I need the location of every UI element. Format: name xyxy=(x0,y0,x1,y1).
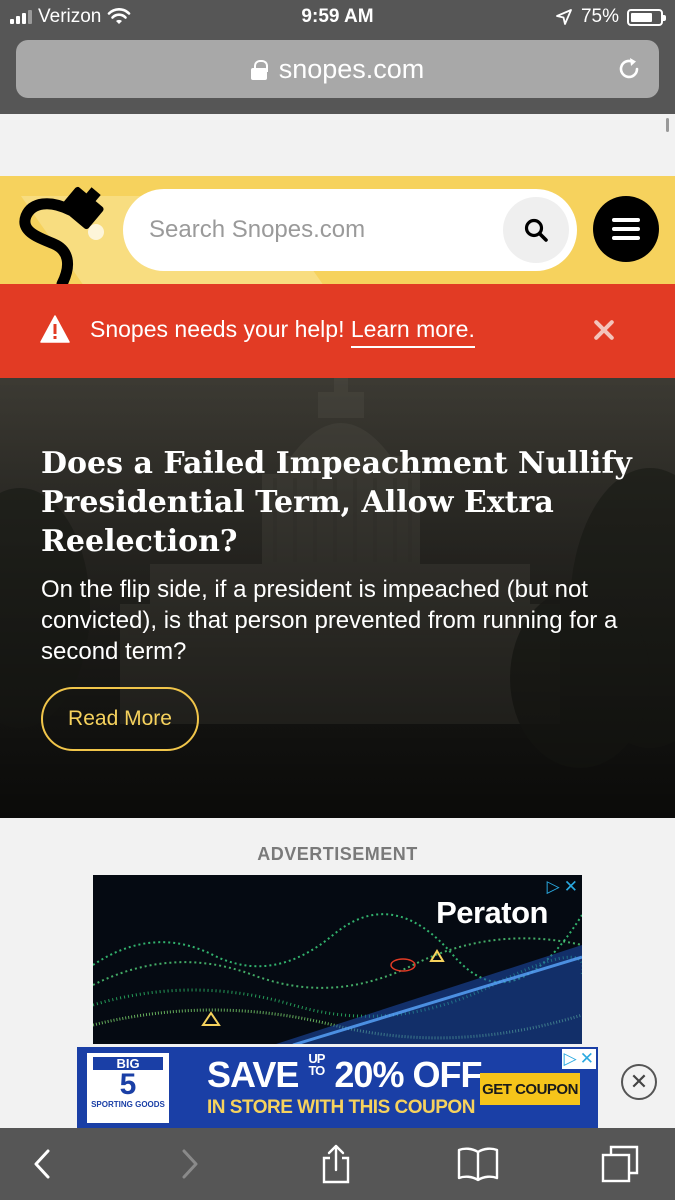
big5-ad[interactable]: BIG 5 SPORTING GOODS SAVE UP TO 20% OFF I… xyxy=(77,1047,598,1128)
reload-icon[interactable] xyxy=(615,55,643,83)
close-icon[interactable] xyxy=(592,318,616,342)
browser-url-area: snopes.com xyxy=(0,34,675,114)
forward-icon xyxy=(182,1149,198,1179)
advertisement-section: ADVERTISEMENT Peraton ▷ ✕ xyxy=(0,818,675,1045)
page-top-spacer xyxy=(0,114,675,176)
battery-icon xyxy=(627,8,666,26)
ad-headline: SAVE UP TO 20% OFF xyxy=(207,1051,482,1095)
forward-button[interactable] xyxy=(168,1142,212,1186)
search-button[interactable] xyxy=(503,197,569,263)
bookmarks-icon xyxy=(457,1147,499,1182)
warning-icon xyxy=(40,315,70,343)
article-summary: On the flip side, if a president is impe… xyxy=(41,576,618,665)
share-icon xyxy=(322,1144,350,1184)
snopes-logo-icon[interactable] xyxy=(10,180,120,284)
lock-icon xyxy=(250,60,268,80)
tabs-button[interactable] xyxy=(598,1142,642,1186)
share-button[interactable] xyxy=(314,1142,358,1186)
site-header xyxy=(0,176,675,284)
donation-alert-bar: Snopes needs your help! Learn more. xyxy=(0,284,675,378)
back-icon xyxy=(34,1149,50,1179)
alert-message: Snopes needs your help! xyxy=(90,316,345,342)
url-text: snopes.com xyxy=(278,54,425,84)
read-more-button[interactable]: Read More xyxy=(41,687,199,751)
adchoices-icon[interactable]: ▷ ✕ xyxy=(561,1049,596,1069)
adchoices-icon[interactable]: ▷ ✕ xyxy=(547,877,578,897)
search-icon xyxy=(524,218,548,242)
bookmarks-button[interactable] xyxy=(456,1142,500,1186)
scroll-indicator[interactable] xyxy=(666,118,669,132)
status-bar: Verizon 9:59 AM 75% xyxy=(0,0,675,34)
learn-more-link[interactable]: Learn more. xyxy=(350,316,475,348)
get-coupon-button[interactable]: GET COUPON xyxy=(480,1073,580,1105)
ad-subheadline: IN STORE WITH THIS COUPON xyxy=(207,1097,475,1118)
close-icon: ✕ xyxy=(629,1069,649,1094)
peraton-brand: Peraton xyxy=(436,895,548,930)
close-ad-button[interactable]: ✕ xyxy=(621,1064,657,1100)
sticky-ad-bar: BIG 5 SPORTING GOODS SAVE UP TO 20% OFF I… xyxy=(0,1044,675,1128)
menu-button[interactable] xyxy=(593,196,659,262)
browser-toolbar xyxy=(0,1128,675,1200)
battery-percent: 75% xyxy=(580,6,619,27)
big5-logo: BIG 5 SPORTING GOODS xyxy=(87,1053,169,1123)
menu-icon xyxy=(612,218,640,222)
peraton-ad[interactable]: Peraton ▷ ✕ xyxy=(93,875,582,1045)
tabs-icon xyxy=(601,1145,639,1183)
search-input[interactable] xyxy=(149,209,489,251)
advertisement-label: ADVERTISEMENT xyxy=(257,844,418,864)
search-box xyxy=(123,189,577,271)
address-bar[interactable]: snopes.com xyxy=(16,40,659,98)
featured-article-hero: Does a Failed Impeachment Nullify Presid… xyxy=(0,378,675,818)
back-button[interactable] xyxy=(20,1142,64,1186)
location-icon xyxy=(556,9,572,25)
article-title[interactable]: Does a Failed Impeachment Nullify Presid… xyxy=(41,444,641,561)
